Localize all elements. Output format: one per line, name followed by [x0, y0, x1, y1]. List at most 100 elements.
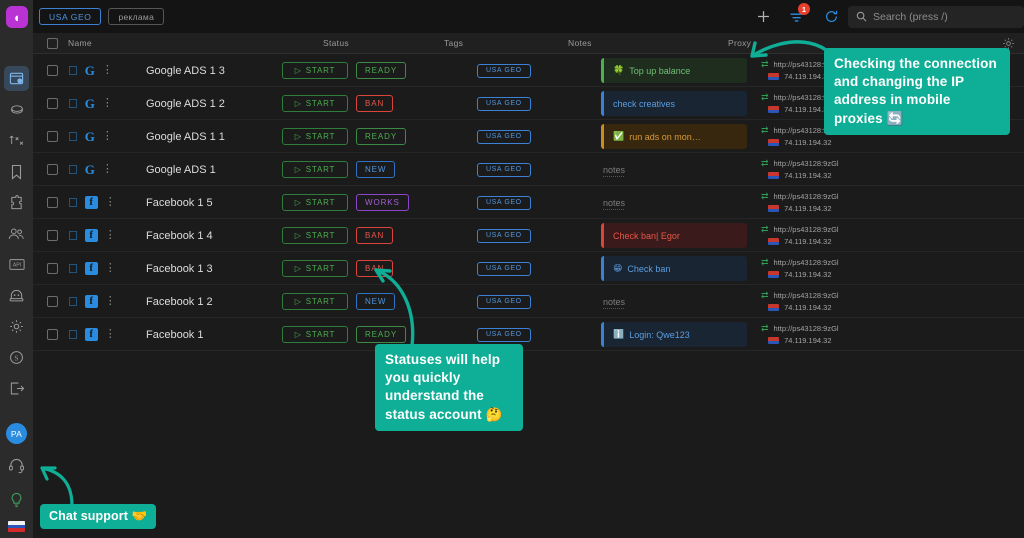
tag-badge[interactable]: USA GEO	[477, 120, 531, 153]
status-badge[interactable]: READY	[356, 120, 407, 153]
note-cell[interactable]: 😁 Check ban	[601, 256, 747, 281]
profile-name[interactable]: Facebook 1 2	[146, 285, 213, 318]
row-checkbox[interactable]	[47, 285, 58, 318]
status-badge[interactable]: NEW	[356, 153, 396, 186]
row-checkbox[interactable]	[47, 252, 58, 285]
notes-cell[interactable]: notes	[601, 285, 747, 318]
start-button[interactable]: ▷ START	[282, 120, 348, 153]
profile-name[interactable]: Facebook 1 4	[146, 219, 213, 252]
row-menu-button[interactable]: ⋮	[102, 164, 113, 175]
note-cell[interactable]: Check ban| Egor	[601, 223, 747, 248]
proxy-cell[interactable]: ⇄ http://ps43128:9zGl 74.119.194.32	[761, 285, 839, 318]
sidebar-item-automation[interactable]	[4, 283, 29, 308]
row-checkbox[interactable]	[47, 186, 58, 219]
sidebar-item-logout[interactable]	[4, 376, 29, 401]
start-button[interactable]: ▷ START	[282, 54, 348, 87]
app-logo[interactable]: ◖	[5, 6, 28, 28]
row-menu-button[interactable]: ⋮	[105, 263, 116, 274]
chip-usa-geo[interactable]: USA GEO	[39, 8, 102, 25]
row-menu-button[interactable]: ⋮	[105, 230, 116, 241]
sidebar-item-browser-profiles[interactable]	[4, 66, 29, 91]
chip-reklama[interactable]: реклама	[108, 8, 165, 25]
notes-cell[interactable]: ✅ run ads on mon…	[601, 120, 747, 153]
column-header-name[interactable]: Name	[68, 38, 92, 48]
table-row[interactable]:  f ⋮ Facebook 1 4 ▷START BAN USA GEO Ch…	[33, 219, 1024, 252]
sidebar-item-accounts-transfer[interactable]	[4, 128, 29, 153]
notes-cell[interactable]: Check ban| Egor	[601, 219, 747, 252]
proxy-cell[interactable]: ⇄ http://ps43128:9zGl 74.119.194.32	[761, 153, 839, 186]
ru-flag-icon[interactable]	[8, 521, 25, 532]
note-cell[interactable]: ℹ️ Login: Qwe123	[601, 322, 747, 347]
note-cell[interactable]: notes	[601, 289, 747, 314]
sidebar-item-settings[interactable]	[4, 314, 29, 339]
row-checkbox[interactable]	[47, 219, 58, 252]
row-checkbox[interactable]	[47, 120, 58, 153]
table-row[interactable]:  f ⋮ Facebook 1 2 ▷START NEW USA GEO no…	[33, 285, 1024, 318]
row-menu-button[interactable]: ⋮	[105, 329, 116, 340]
profile-name[interactable]: Facebook 1	[146, 318, 203, 351]
sidebar-item-api[interactable]: API	[4, 252, 29, 277]
note-cell[interactable]: ✅ run ads on mon…	[601, 124, 747, 149]
proxy-cell[interactable]: ⇄ http://ps43128:9zGl 74.119.194.32	[761, 318, 839, 351]
status-badge[interactable]: BAN	[356, 87, 394, 120]
notes-cell[interactable]: notes	[601, 153, 747, 186]
tag-badge[interactable]: USA GEO	[477, 87, 531, 120]
sidebar-item-cookies[interactable]	[4, 97, 29, 122]
proxy-cell[interactable]: ⇄ http://ps43128:9zGl 74.119.194.32	[761, 219, 839, 252]
row-checkbox[interactable]	[47, 318, 58, 351]
row-checkbox[interactable]	[47, 87, 58, 120]
note-cell[interactable]: notes	[601, 157, 747, 182]
status-badge[interactable]: READY	[356, 54, 407, 87]
avatar[interactable]: PA	[6, 423, 27, 444]
row-menu-button[interactable]: ⋮	[105, 296, 116, 307]
table-row[interactable]:  f ⋮ Facebook 1 5 ▷START WORKS USA GEO …	[33, 186, 1024, 219]
profile-name[interactable]: Facebook 1 5	[146, 186, 213, 219]
notes-cell[interactable]: check creatives	[601, 87, 747, 120]
note-cell[interactable]: notes	[601, 190, 747, 215]
start-button[interactable]: ▷ START	[282, 153, 348, 186]
row-checkbox[interactable]	[47, 153, 58, 186]
search-input[interactable]: Search (press /)	[848, 5, 1024, 28]
start-button[interactable]: ▷ START	[282, 285, 348, 318]
row-menu-button[interactable]: ⋮	[102, 65, 113, 76]
table-row[interactable]:  f ⋮ Facebook 1 ▷START READY USA GEO ℹ️…	[33, 318, 1024, 351]
row-menu-button[interactable]: ⋮	[102, 131, 113, 142]
sidebar-item-billing[interactable]: S	[4, 345, 29, 370]
note-cell[interactable]: 🍀 Top up balance	[601, 58, 747, 83]
table-row[interactable]:  G ⋮ Google ADS 1 ▷START NEW USA GEO no…	[33, 153, 1024, 186]
refresh-button[interactable]	[814, 0, 848, 33]
sidebar-item-bookmarks[interactable]	[4, 159, 29, 184]
status-badge[interactable]: NEW	[356, 285, 396, 318]
tips-button[interactable]	[4, 487, 29, 512]
tag-badge[interactable]: USA GEO	[477, 186, 531, 219]
proxy-cell[interactable]: ⇄ http://ps43128:9zGl 74.119.194.32	[761, 252, 839, 285]
status-badge[interactable]: BAN	[356, 252, 394, 285]
notes-cell[interactable]: 😁 Check ban	[601, 252, 747, 285]
status-badge[interactable]: BAN	[356, 219, 394, 252]
tag-badge[interactable]: USA GEO	[477, 252, 531, 285]
row-menu-button[interactable]: ⋮	[105, 197, 116, 208]
row-checkbox[interactable]	[47, 54, 58, 87]
select-all-checkbox[interactable]	[47, 38, 58, 49]
start-button[interactable]: ▷ START	[282, 87, 348, 120]
sidebar-item-team[interactable]	[4, 221, 29, 246]
start-button[interactable]: ▷ START	[282, 318, 348, 351]
profile-name[interactable]: Google ADS 1 1	[146, 120, 225, 153]
note-cell[interactable]: check creatives	[601, 91, 747, 116]
add-profile-button[interactable]	[746, 0, 780, 33]
chat-support-button[interactable]	[4, 453, 29, 478]
filter-button[interactable]: 1	[780, 0, 814, 33]
sidebar-item-extensions[interactable]	[4, 190, 29, 215]
start-button[interactable]: ▷ START	[282, 219, 348, 252]
start-button[interactable]: ▷ START	[282, 252, 348, 285]
notes-cell[interactable]: 🍀 Top up balance	[601, 54, 747, 87]
tag-badge[interactable]: USA GEO	[477, 285, 531, 318]
column-header-status[interactable]: Status	[323, 38, 349, 48]
column-header-tags[interactable]: Tags	[444, 38, 463, 48]
tag-badge[interactable]: USA GEO	[477, 153, 531, 186]
row-menu-button[interactable]: ⋮	[102, 98, 113, 109]
column-header-proxy[interactable]: Proxy	[728, 38, 751, 48]
notes-cell[interactable]: notes	[601, 186, 747, 219]
tag-badge[interactable]: USA GEO	[477, 54, 531, 87]
column-header-notes[interactable]: Notes	[568, 38, 592, 48]
